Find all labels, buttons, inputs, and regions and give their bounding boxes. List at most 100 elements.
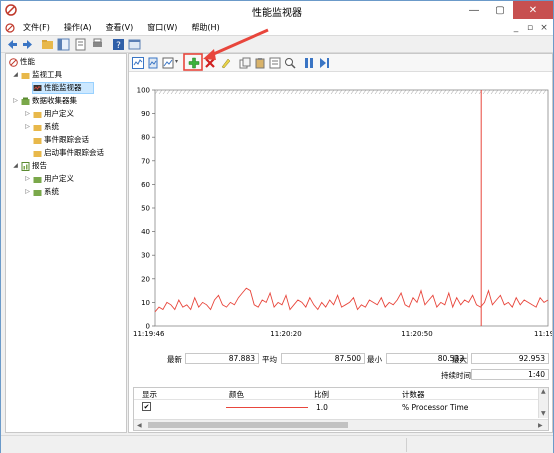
freeze-display-icon[interactable] (303, 57, 315, 69)
scroll-up-icon[interactable]: ▲ (541, 388, 546, 395)
paste-counter-list-icon[interactable] (254, 57, 266, 69)
folder-icon (33, 150, 42, 157)
add-counter-icon[interactable] (188, 57, 200, 69)
tree-label: 启动事件跟踪会话 (44, 148, 104, 157)
x-tick-label: 11:20:50 (401, 330, 432, 338)
print-icon[interactable] (91, 38, 104, 51)
y-tick-label: 50 (141, 205, 150, 213)
column-header-counter[interactable]: 计数器 (402, 389, 425, 400)
show-checkbox[interactable]: ✔ (142, 402, 151, 411)
tree-item-system[interactable]: ▷ 系统 (24, 121, 59, 133)
collapse-icon[interactable]: ◢ (12, 69, 19, 81)
tree-item-startup-event-trace-sessions[interactable]: 启动事件跟踪会话 (33, 147, 104, 159)
legend-header-row: 显示 颜色 比例 计数器 (134, 388, 538, 400)
tree-label: 性能监视器 (44, 83, 82, 92)
scroll-left-icon[interactable]: ◀ (137, 422, 142, 429)
view-log-data-icon[interactable] (147, 57, 159, 69)
menu-bar: 文件(F) 操作(A) 查看(V) 窗口(W) 帮助(H) (1, 20, 553, 36)
counter-row[interactable]: ✔ 1.0 % Processor Time (134, 402, 538, 414)
expand-icon[interactable]: ▷ (12, 95, 19, 107)
expand-icon[interactable]: ▷ (24, 121, 31, 133)
expand-icon[interactable]: ▷ (24, 173, 31, 185)
mdi-close-icon[interactable]: × (537, 20, 551, 36)
tree-item-performance[interactable]: 性能 (9, 56, 35, 68)
counter-name: % Processor Time (402, 403, 469, 412)
minimize-icon[interactable]: ― (461, 1, 487, 19)
menu-view[interactable]: 查看(V) (100, 21, 140, 35)
duration-label: 持续时间 (441, 371, 471, 380)
tree-item-monitoring-tools[interactable]: ◢ 监视工具 (12, 69, 62, 81)
counter-color-swatch (226, 407, 308, 408)
maximize-icon[interactable]: ▢ (487, 1, 513, 19)
tree-item-reports-user-defined[interactable]: ▷ 用户定义 (24, 173, 74, 185)
folder-icon (33, 176, 42, 183)
tree-item-performance-monitor[interactable]: 性能监视器 (32, 82, 94, 94)
column-header-show[interactable]: 显示 (142, 389, 157, 400)
forward-arrow-icon[interactable] (21, 38, 34, 51)
show-hide-tree-icon[interactable] (57, 38, 70, 51)
delete-counter-icon[interactable] (204, 57, 216, 69)
tree-label: 报告 (32, 161, 47, 170)
scroll-down-icon[interactable]: ▼ (541, 410, 546, 417)
close-icon[interactable]: ✕ (513, 1, 553, 19)
expand-icon[interactable]: ▷ (24, 186, 31, 198)
view-current-activity-icon[interactable] (132, 57, 144, 69)
x-tick-label: 11:19:45 (534, 330, 552, 338)
mdi-minimize-icon[interactable]: _ (509, 20, 523, 36)
tree-item-user-defined[interactable]: ▷ 用户定义 (24, 108, 74, 120)
tree-item-reports-system[interactable]: ▷ 系统 (24, 186, 59, 198)
tree-label: 用户定义 (44, 174, 74, 183)
change-graph-type-icon[interactable] (162, 57, 174, 69)
folder-icon (33, 124, 42, 131)
performance-line-chart[interactable]: 0102030405060708090100 11:19:46 11:20:20 1… (129, 86, 552, 356)
status-bar (1, 435, 553, 453)
tree-item-data-collector-sets[interactable]: ▷ 数据收集器集 (12, 95, 77, 107)
scroll-right-icon[interactable]: ▶ (538, 422, 543, 429)
zoom-icon[interactable] (284, 57, 296, 69)
column-header-scale[interactable]: 比例 (314, 389, 329, 400)
properties-icon[interactable] (74, 38, 87, 51)
properties-icon[interactable] (269, 57, 281, 69)
system-menu-icon[interactable] (5, 22, 15, 33)
tree-item-reports[interactable]: ◢ 报告 (12, 160, 47, 172)
mdi-restore-icon[interactable]: ▫ (523, 20, 537, 36)
scroll-thumb[interactable] (148, 422, 348, 428)
help-icon[interactable]: ? (112, 38, 125, 51)
up-folder-icon[interactable] (41, 38, 54, 51)
y-tick-label: 20 (141, 275, 150, 283)
legend-horizontal-scrollbar[interactable]: ◀ ▶ (134, 419, 548, 430)
menu-help[interactable]: 帮助(H) (185, 21, 225, 35)
tree-item-event-trace-sessions[interactable]: 事件跟踪会话 (33, 134, 89, 146)
update-data-icon[interactable] (318, 57, 330, 69)
last-label: 最新 (167, 355, 182, 364)
y-tick-label: 100 (137, 87, 150, 95)
y-tick-label: 60 (141, 181, 150, 189)
y-tick-label: 80 (141, 134, 150, 142)
tree-label: 系统 (44, 187, 59, 196)
y-tick-label: 10 (141, 299, 150, 307)
chart-plot-area (154, 89, 549, 327)
copy-properties-icon[interactable] (239, 57, 251, 69)
graph-toolbar: ▾ (129, 54, 552, 72)
counter-legend-table: 显示 颜色 比例 计数器 ✔ 1.0 % Processor Time ▲ ▼ … (133, 387, 549, 431)
column-header-color[interactable]: 颜色 (229, 389, 244, 400)
menu-action[interactable]: 操作(A) (58, 21, 98, 35)
expand-icon[interactable]: ▷ (24, 108, 31, 120)
duration-value: 1:40 (471, 369, 549, 380)
status-divider (406, 438, 407, 452)
highlight-icon[interactable] (220, 57, 232, 69)
performance-monitor-pane: ▾ 0 10 20 30 40 50 60 70 80 90 100 11:19… (128, 53, 553, 433)
mmc-console-icon[interactable] (128, 38, 141, 51)
statistics-bar: 最新 87.883 平均 87.500 最小 80.532 最大 92.953 … (129, 352, 552, 384)
menu-file[interactable]: 文件(F) (17, 21, 56, 35)
y-tick-label: 90 (141, 110, 150, 118)
collapse-icon[interactable]: ◢ (12, 160, 19, 172)
main-toolbar: ? (1, 36, 553, 53)
maximum-label: 最大 (452, 355, 467, 364)
graph-type-dropdown-icon[interactable]: ▾ (175, 58, 178, 65)
tree-label: 系统 (44, 122, 59, 131)
menu-window[interactable]: 窗口(W) (141, 21, 183, 35)
legend-vertical-scrollbar[interactable]: ▲ ▼ (538, 388, 548, 418)
back-arrow-icon[interactable] (6, 38, 19, 51)
report-icon (21, 161, 30, 171)
